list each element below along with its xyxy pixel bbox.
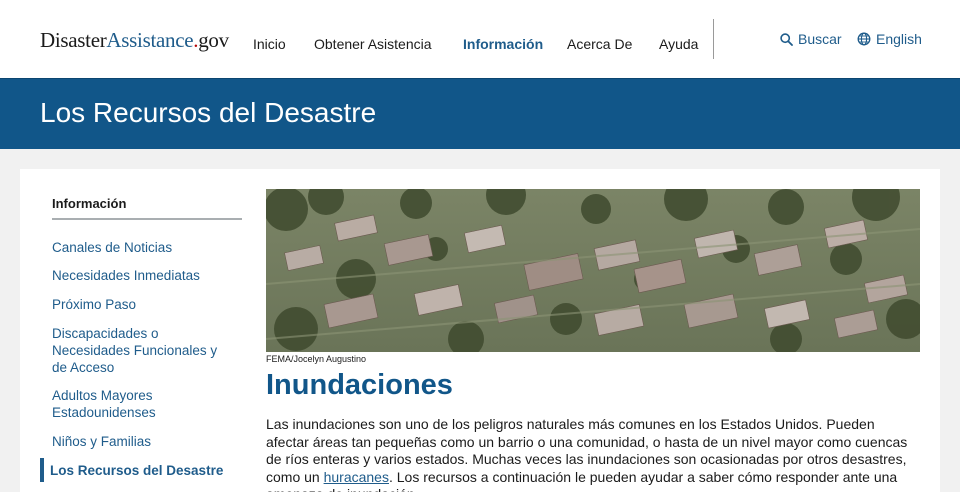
sidebar-item-adultos-mayores[interactable]: Adultos Mayores Estadounidenses <box>52 387 202 421</box>
flood-aerial-image <box>266 189 920 352</box>
search-label: Buscar <box>798 31 842 47</box>
sidebar-divider <box>52 218 242 220</box>
nav-acerca-de[interactable]: Acerca De <box>567 36 632 52</box>
intro-paragraph: Las inundaciones son uno de los peligros… <box>266 416 920 492</box>
site-header: DisasterAssistance.gov Inicio Obtener As… <box>0 0 960 78</box>
page-banner: Los Recursos del Desastre <box>0 78 960 149</box>
sidebar-heading: Información <box>52 196 127 211</box>
sidebar-item-proximo-paso[interactable]: Próximo Paso <box>52 296 242 313</box>
nav-inicio[interactable]: Inicio <box>253 36 286 52</box>
flood-photo <box>266 189 920 352</box>
sidebar-item-ninos-y-familias[interactable]: Niños y Familias <box>52 433 242 450</box>
site-logo[interactable]: DisasterAssistance.gov <box>40 28 229 53</box>
sidebar-item-necesidades-inmediatas[interactable]: Necesidades Inmediatas <box>52 267 242 284</box>
language-toggle[interactable]: English <box>857 31 922 47</box>
nav-informacion[interactable]: Información <box>463 36 543 52</box>
nav-obtener-asistencia[interactable]: Obtener Asistencia <box>314 36 432 52</box>
nav-divider <box>713 19 714 59</box>
section-title: Inundaciones <box>266 369 453 401</box>
sidebar-active-indicator <box>40 458 44 482</box>
photo-caption: FEMA/Jocelyn Augustino <box>266 354 367 364</box>
logo-part-gov: gov <box>198 28 229 52</box>
search-icon <box>780 32 793 46</box>
page-title: Los Recursos del Desastre <box>40 97 377 128</box>
logo-part-disaster: Disaster <box>40 28 107 52</box>
nav-ayuda[interactable]: Ayuda <box>659 36 698 52</box>
huracanes-link[interactable]: huracanes <box>324 469 389 485</box>
sidebar-item-canales-de-noticias[interactable]: Canales de Noticias <box>52 239 242 256</box>
sidebar-item-discapacidades[interactable]: Discapacidades o Necesidades Funcionales… <box>52 325 228 376</box>
globe-icon <box>857 32 871 46</box>
content-card: Información Canales de Noticias Necesida… <box>20 169 940 492</box>
logo-part-assistance: Assistance <box>106 28 194 52</box>
language-label: English <box>876 31 922 47</box>
search-button[interactable]: Buscar <box>780 31 842 47</box>
sidebar-item-los-recursos-del-desastre[interactable]: Los Recursos del Desastre <box>50 462 240 479</box>
